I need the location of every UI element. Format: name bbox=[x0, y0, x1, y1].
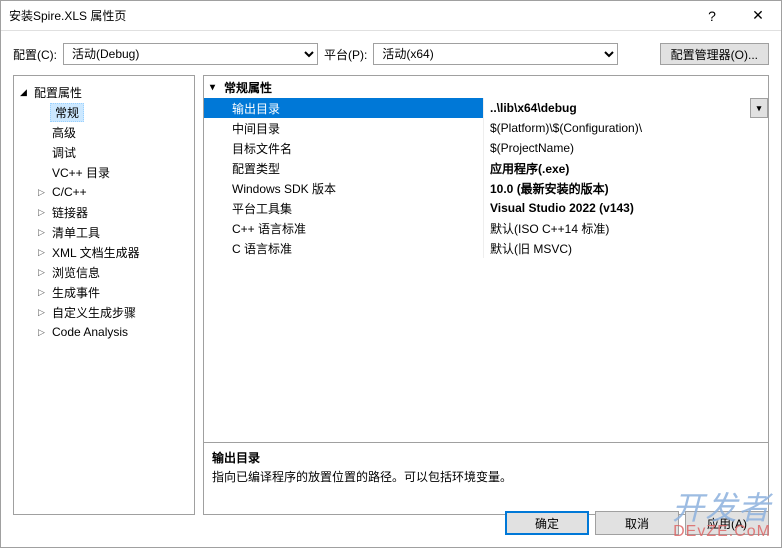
property-row[interactable]: C 语言标准默认(旧 MSVC) bbox=[204, 238, 768, 258]
property-row[interactable]: C++ 语言标准默认(ISO C++14 标准) bbox=[204, 218, 768, 238]
property-value[interactable]: 默认(旧 MSVC) bbox=[484, 238, 768, 258]
tree-item[interactable]: ▷浏览信息 bbox=[14, 262, 194, 282]
tree-root[interactable]: ◢ 配置属性 bbox=[14, 82, 194, 102]
close-button[interactable]: ✕ bbox=[735, 1, 781, 31]
main-area: ◢ 配置属性 常规高级调试VC++ 目录▷C/C++▷链接器▷清单工具▷XML … bbox=[13, 75, 769, 515]
tree-item-label: 常规 bbox=[50, 103, 84, 122]
property-row[interactable]: 平台工具集Visual Studio 2022 (v143) bbox=[204, 198, 768, 218]
chevron-right-icon: ▷ bbox=[38, 227, 50, 238]
description-box: 输出目录 指向已编译程序的放置位置的路径。可以包括环境变量。 bbox=[204, 442, 768, 514]
property-name: C 语言标准 bbox=[204, 238, 484, 258]
cancel-button[interactable]: 取消 bbox=[595, 511, 679, 535]
property-name: 配置类型 bbox=[204, 158, 484, 178]
property-value[interactable]: ..\lib\x64\debug▾ bbox=[484, 98, 768, 118]
tree-item-label: 清单工具 bbox=[50, 224, 100, 241]
ok-button[interactable]: 确定 bbox=[505, 511, 589, 535]
titlebar: 安装Spire.XLS 属性页 ? ✕ bbox=[1, 1, 781, 31]
property-grid: ▾ 常规属性 输出目录..\lib\x64\debug▾中间目录$(Platfo… bbox=[204, 76, 768, 442]
help-button[interactable]: ? bbox=[689, 1, 735, 31]
chevron-right-icon: ▷ bbox=[38, 207, 50, 218]
property-name: 输出目录 bbox=[204, 98, 484, 118]
toolbar: 配置(C): 活动(Debug) 平台(P): 活动(x64) 配置管理器(O)… bbox=[1, 31, 781, 75]
platform-label: 平台(P): bbox=[324, 46, 367, 63]
chevron-right-icon: ▷ bbox=[38, 307, 50, 318]
property-row[interactable]: Windows SDK 版本10.0 (最新安装的版本) bbox=[204, 178, 768, 198]
window-controls: ? ✕ bbox=[689, 1, 781, 31]
window-title: 安装Spire.XLS 属性页 bbox=[9, 7, 689, 24]
tree-item-label: 调试 bbox=[50, 144, 76, 161]
property-value[interactable]: 应用程序(.exe) bbox=[484, 158, 768, 178]
dialog-buttons: 确定 取消 应用(A) bbox=[505, 511, 769, 535]
tree-item[interactable]: ▷生成事件 bbox=[14, 282, 194, 302]
tree-item-label: 浏览信息 bbox=[50, 264, 100, 281]
tree-item[interactable]: ▷Code Analysis bbox=[14, 322, 194, 342]
config-label: 配置(C): bbox=[13, 46, 57, 63]
group-header[interactable]: ▾ 常规属性 bbox=[204, 76, 768, 98]
property-panel: ▾ 常规属性 输出目录..\lib\x64\debug▾中间目录$(Platfo… bbox=[203, 75, 769, 515]
property-row[interactable]: 配置类型应用程序(.exe) bbox=[204, 158, 768, 178]
tree-item-label: C/C++ bbox=[50, 185, 87, 199]
property-row[interactable]: 输出目录..\lib\x64\debug▾ bbox=[204, 98, 768, 118]
tree-item-label: 自定义生成步骤 bbox=[50, 304, 136, 321]
chevron-right-icon: ▷ bbox=[38, 327, 50, 338]
tree-item[interactable]: ▷XML 文档生成器 bbox=[14, 242, 194, 262]
property-name: Windows SDK 版本 bbox=[204, 178, 484, 198]
tree-item-label: 生成事件 bbox=[50, 284, 100, 301]
tree-item-label: Code Analysis bbox=[50, 325, 128, 339]
description-body: 指向已编译程序的放置位置的路径。可以包括环境变量。 bbox=[212, 468, 760, 485]
tree-item-label: XML 文档生成器 bbox=[50, 244, 140, 261]
nav-tree[interactable]: ◢ 配置属性 常规高级调试VC++ 目录▷C/C++▷链接器▷清单工具▷XML … bbox=[13, 75, 195, 515]
property-row[interactable]: 中间目录$(Platform)\$(Configuration)\ bbox=[204, 118, 768, 138]
property-value[interactable]: $(Platform)\$(Configuration)\ bbox=[484, 118, 768, 138]
tree-item[interactable]: ▷自定义生成步骤 bbox=[14, 302, 194, 322]
property-name: 中间目录 bbox=[204, 118, 484, 138]
property-value[interactable]: 10.0 (最新安装的版本) bbox=[484, 178, 768, 198]
dropdown-button[interactable]: ▾ bbox=[750, 98, 768, 118]
property-value[interactable]: Visual Studio 2022 (v143) bbox=[484, 198, 768, 218]
apply-button[interactable]: 应用(A) bbox=[685, 511, 769, 535]
chevron-down-icon: ◢ bbox=[20, 87, 32, 98]
property-row[interactable]: 目标文件名$(ProjectName) bbox=[204, 138, 768, 158]
tree-item-label: 高级 bbox=[50, 124, 76, 141]
property-value[interactable]: $(ProjectName) bbox=[484, 138, 768, 158]
tree-item[interactable]: 调试 bbox=[14, 142, 194, 162]
property-name: 平台工具集 bbox=[204, 198, 484, 218]
tree-item[interactable]: 高级 bbox=[14, 122, 194, 142]
description-title: 输出目录 bbox=[212, 449, 760, 466]
property-name: 目标文件名 bbox=[204, 138, 484, 158]
chevron-down-icon: ▾ bbox=[210, 82, 224, 93]
tree-item[interactable]: ▷链接器 bbox=[14, 202, 194, 222]
chevron-right-icon: ▷ bbox=[38, 267, 50, 278]
config-select[interactable]: 活动(Debug) bbox=[63, 43, 318, 65]
tree-item[interactable]: ▷C/C++ bbox=[14, 182, 194, 202]
chevron-right-icon: ▷ bbox=[38, 247, 50, 258]
tree-item[interactable]: ▷清单工具 bbox=[14, 222, 194, 242]
property-value[interactable]: 默认(ISO C++14 标准) bbox=[484, 218, 768, 238]
platform-select[interactable]: 活动(x64) bbox=[373, 43, 618, 65]
property-name: C++ 语言标准 bbox=[204, 218, 484, 238]
tree-item-label: VC++ 目录 bbox=[50, 164, 110, 181]
config-manager-button[interactable]: 配置管理器(O)... bbox=[660, 43, 769, 65]
tree-item[interactable]: 常规 bbox=[14, 102, 194, 122]
chevron-right-icon: ▷ bbox=[38, 187, 50, 198]
tree-item-label: 链接器 bbox=[50, 204, 88, 221]
tree-item[interactable]: VC++ 目录 bbox=[14, 162, 194, 182]
chevron-right-icon: ▷ bbox=[38, 287, 50, 298]
